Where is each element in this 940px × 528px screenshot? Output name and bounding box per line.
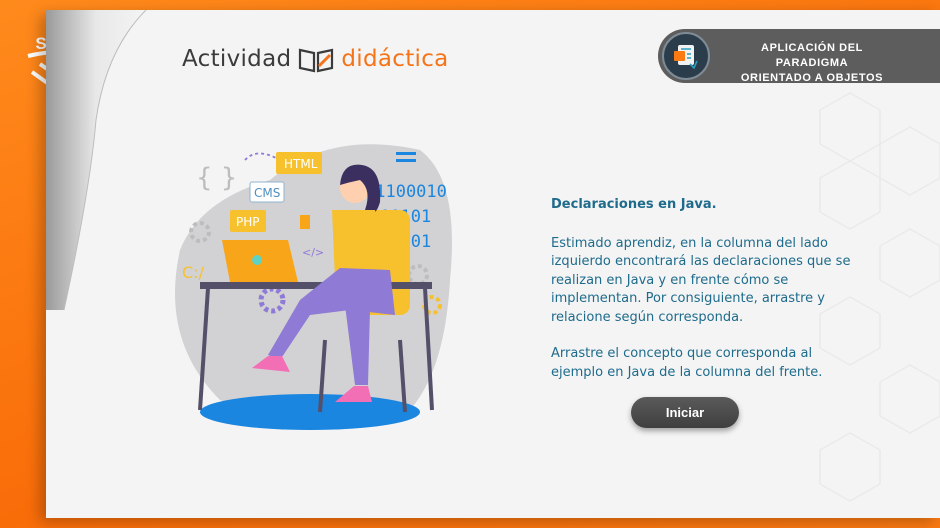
topic-badge — [662, 32, 710, 80]
start-button[interactable]: Iniciar — [631, 397, 739, 428]
brand-word-didactic: didáctica — [341, 46, 449, 72]
document-icon — [674, 45, 698, 70]
instructions-title: Declaraciones en Java. — [551, 197, 717, 212]
page-curl — [46, 10, 147, 310]
cms-tag-label: CMS — [254, 186, 280, 200]
activity-screen: SENA — [0, 0, 940, 528]
topic-title-line2: ORIENTADO A OBJETOS — [740, 72, 884, 84]
book-pencil-icon — [299, 48, 334, 73]
html-tag-label: HTML — [284, 157, 318, 171]
php-tag-label: PHP — [236, 215, 260, 229]
instructions-paragraph-1: Estimado aprendiz, en la columna del lad… — [551, 235, 851, 325]
brand-word-activity: Actividad — [182, 46, 292, 72]
instructions-panel: Declaraciones en Java. Estimado aprendiz… — [551, 196, 851, 400]
code-glyph: </> — [302, 246, 324, 259]
instructions-paragraph-2: Arrastre el concepto que corresponda al … — [551, 346, 823, 380]
topic-header: APLICACIÓN DEL PARADIGMA ORIENTADO A OBJ… — [658, 29, 940, 86]
developer-illustration: { } HTML CMS PHP 11100010 00101 01101 C:… — [175, 144, 452, 430]
topic-title: APLICACIÓN DEL PARADIGMA ORIENTADO A OBJ… — [730, 41, 894, 86]
braces-glyph: { } — [196, 163, 237, 193]
topic-title-line1: APLICACIÓN DEL PARADIGMA — [761, 42, 863, 69]
path-glyph: C:/ — [182, 263, 205, 282]
floor-shadow — [200, 394, 420, 430]
brand-title: Actividad didáctica — [182, 42, 449, 76]
coffee-cup — [300, 215, 310, 229]
